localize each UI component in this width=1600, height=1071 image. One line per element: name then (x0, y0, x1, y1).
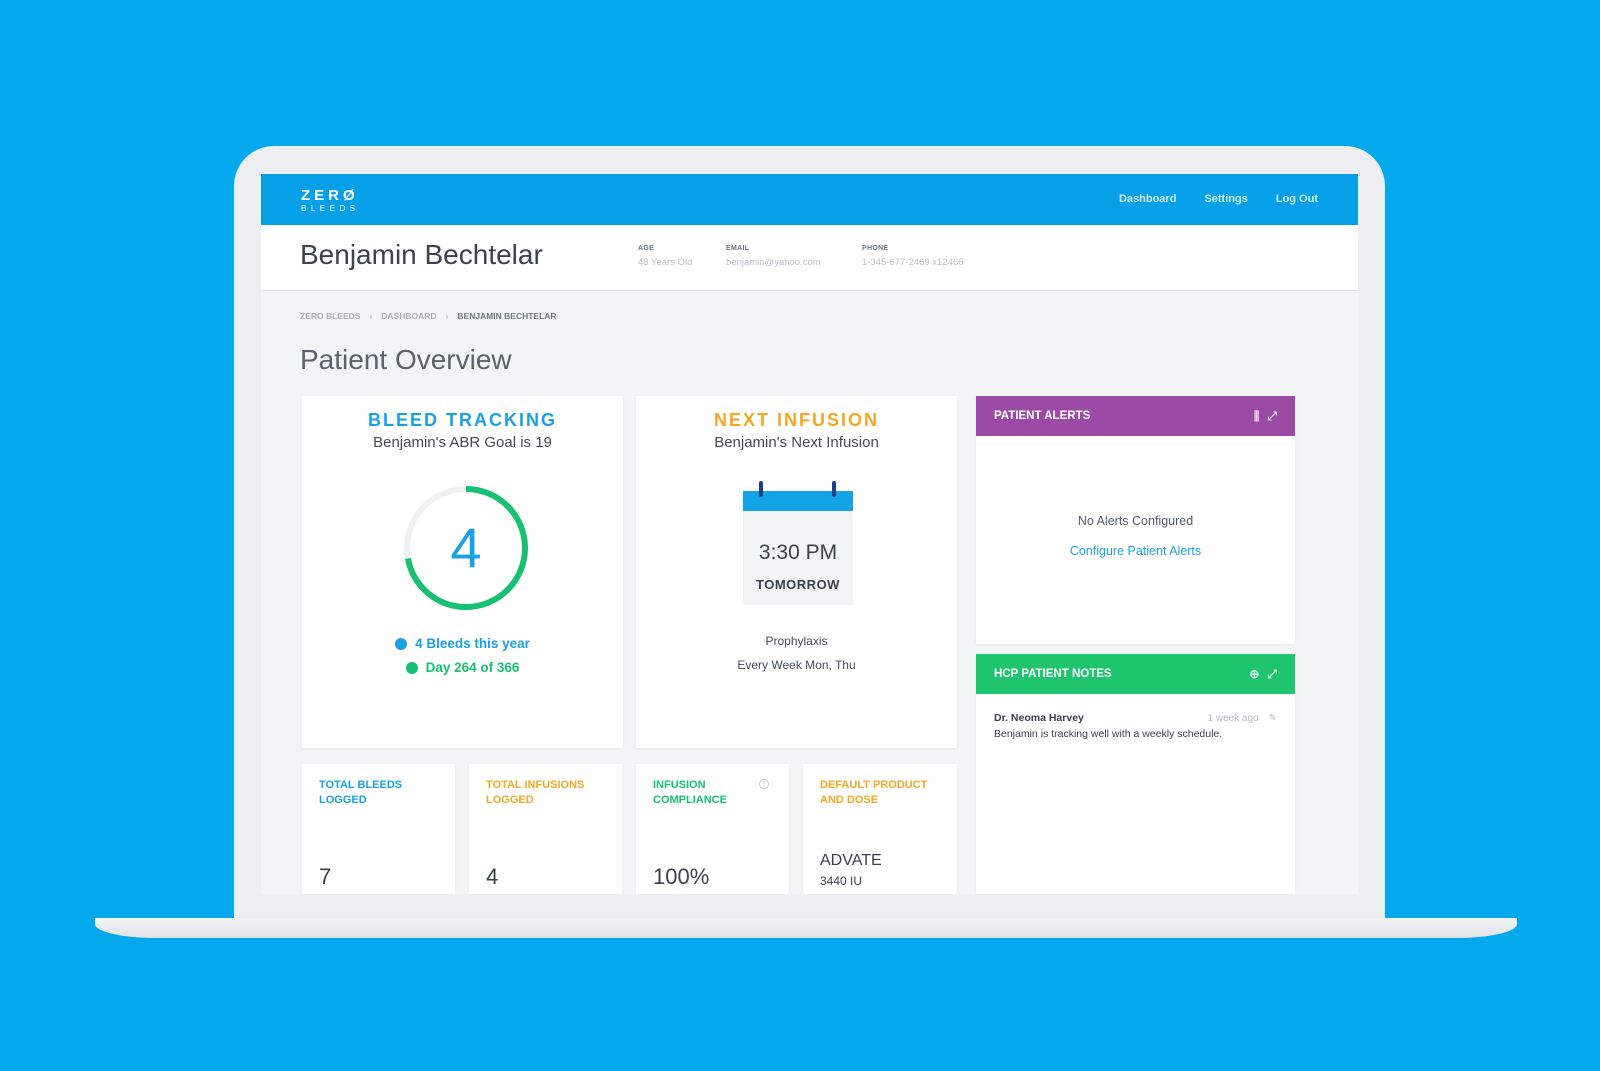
no-alerts-text: No Alerts Configured (1077, 514, 1194, 528)
legend-day-text: Day 264 of 366 (425, 660, 520, 675)
patient-alerts-title: PATIENT ALERTS (994, 410, 1091, 422)
email-label: EMAIL (726, 245, 750, 252)
patient-age: AGE 48 Years Old (638, 245, 692, 268)
breadcrumb-item-dashboard[interactable]: DASHBOARD (381, 311, 436, 321)
stat-label: TOTAL BLEEDS LOGGED (319, 779, 403, 806)
stat-value: 4 (486, 864, 499, 889)
bleed-tracking-subtitle: Benjamin's ABR Goal is 19 (373, 434, 552, 451)
stat-label: TOTAL INFUSIONS LOGGED (486, 779, 585, 806)
patient-alerts-header: PATIENT ALERTS ⫼ ⤢ (976, 396, 1295, 436)
note-time: 1 week ago (1207, 712, 1259, 724)
info-icon[interactable]: i (759, 779, 769, 789)
patient-name: Benjamin Bechtelar (300, 239, 543, 270)
calendar-ring-right (832, 481, 836, 497)
stat-value: ADVATE (820, 852, 882, 869)
note-author: Dr. Neoma Harvey (994, 712, 1084, 724)
note-text: Benjamin is tracking well with a weekly … (994, 728, 1223, 740)
phone-label: PHONE (862, 245, 889, 252)
bleed-tracking-card: BLEED TRACKING Benjamin's ABR Goal is 19… (302, 396, 623, 748)
stat-card-total-bleeds: TOTAL BLEEDS LOGGED 7 (302, 764, 455, 894)
blue-dot-icon (395, 637, 408, 650)
expand-icon[interactable]: ⤢ (1267, 409, 1277, 424)
stat-card-total-infusions: TOTAL INFUSIONS LOGGED 4 (469, 764, 622, 894)
patient-alerts-panel: PATIENT ALERTS ⫼ ⤢ No Alerts Configured … (976, 396, 1295, 644)
nav-logout-link[interactable]: Log Out (1276, 193, 1318, 205)
logo-main-text: ZERØ (301, 187, 359, 204)
patient-phone: PHONE 1-345-677-2469 x12466 (862, 245, 963, 268)
stat-card-default-product: DEFAULT PRODUCT AND DOSE ADVATE 3440 IU (803, 764, 957, 894)
main-nav: Dashboard Settings Log Out (1119, 193, 1318, 205)
sliders-icon[interactable]: ⫼ (1254, 409, 1260, 424)
green-dot-icon (405, 661, 418, 674)
breadcrumb-item-current: BENJAMIN BECHTELAR (457, 311, 557, 321)
stat-label: INFUSION COMPLIANCE (653, 779, 727, 806)
legend-bleeds: 4 Bleeds this year (302, 636, 623, 651)
add-icon[interactable]: ⊕ (1249, 667, 1259, 682)
breadcrumb: ZERO BLEEDS › DASHBOARD › BENJAMIN BECHT… (300, 311, 557, 321)
stat-label: DEFAULT PRODUCT AND DOSE (820, 779, 928, 806)
nav-settings-link[interactable]: Settings (1204, 193, 1247, 205)
age-label: AGE (638, 245, 655, 252)
stat-value: 100% (653, 864, 710, 889)
hcp-notes-panel: HCP PATIENT NOTES ⊕ ⤢ Dr. Neoma Harvey 1… (976, 654, 1295, 894)
age-value: 48 Years Old (638, 257, 693, 268)
bleed-tracking-title: BLEED TRACKING (368, 410, 557, 430)
legend-day: Day 264 of 366 (302, 660, 623, 675)
stat-sub-value: 3440 IU (820, 874, 863, 888)
hcp-notes-header: HCP PATIENT NOTES ⊕ ⤢ (976, 654, 1295, 694)
breadcrumb-separator: › (445, 311, 449, 321)
logo-sub-text: BLEEDS (301, 204, 360, 213)
stat-value: 7 (319, 864, 332, 889)
next-infusion-card: NEXT INFUSION Benjamin's Next Infusion 3… (636, 396, 957, 748)
laptop-base (95, 918, 1517, 938)
phone-value: 1-345-677-2469 x12466 (862, 257, 964, 268)
calendar-ring-left (759, 481, 763, 497)
configure-alerts-link[interactable]: Configure Patient Alerts (976, 544, 1295, 558)
patient-header: Benjamin Bechtelar AGE 48 Years Old EMAI… (261, 225, 1358, 291)
bleed-count: 4 (450, 516, 482, 579)
day-progress-ring: 4 (401, 483, 531, 613)
stat-card-infusion-compliance: INFUSION COMPLIANCE i 100% (636, 764, 789, 894)
legend-bleeds-text: 4 Bleeds this year (415, 636, 530, 651)
infusion-type: Prophylaxis (765, 634, 828, 648)
patient-email: EMAIL benjamin@yahoo.com (726, 245, 821, 268)
top-navbar: ZERØ BLEEDS Dashboard Settings Log Out (261, 174, 1358, 225)
app-logo[interactable]: ZERØ BLEEDS (301, 188, 360, 213)
infusion-day: TOMORROW (756, 577, 840, 592)
hcp-notes-title: HCP PATIENT NOTES (994, 668, 1112, 680)
breadcrumb-separator: › (369, 311, 373, 321)
app-screen: ZERØ BLEEDS Dashboard Settings Log Out B… (261, 174, 1358, 894)
expand-icon[interactable]: ⤢ (1267, 667, 1277, 682)
page-title: Patient Overview (300, 344, 512, 375)
next-infusion-title: NEXT INFUSION (713, 410, 879, 430)
next-infusion-subtitle: Benjamin's Next Infusion (714, 434, 879, 451)
breadcrumb-item-home[interactable]: ZERO BLEEDS (300, 311, 360, 321)
edit-pencil-icon[interactable]: ✎ (1269, 713, 1277, 724)
calendar-icon: 3:30 PM TOMORROW (743, 481, 853, 605)
infusion-time: 3:30 PM (758, 541, 838, 564)
infusion-schedule: Every Week Mon, Thu (737, 658, 856, 672)
email-value: benjamin@yahoo.com (726, 257, 821, 268)
hcp-note-item: Dr. Neoma Harvey 1 week ago ✎ Benjamin i… (994, 712, 1277, 740)
nav-dashboard-link[interactable]: Dashboard (1119, 193, 1176, 205)
patient-alerts-body: No Alerts Configured Configure Patient A… (976, 436, 1295, 558)
